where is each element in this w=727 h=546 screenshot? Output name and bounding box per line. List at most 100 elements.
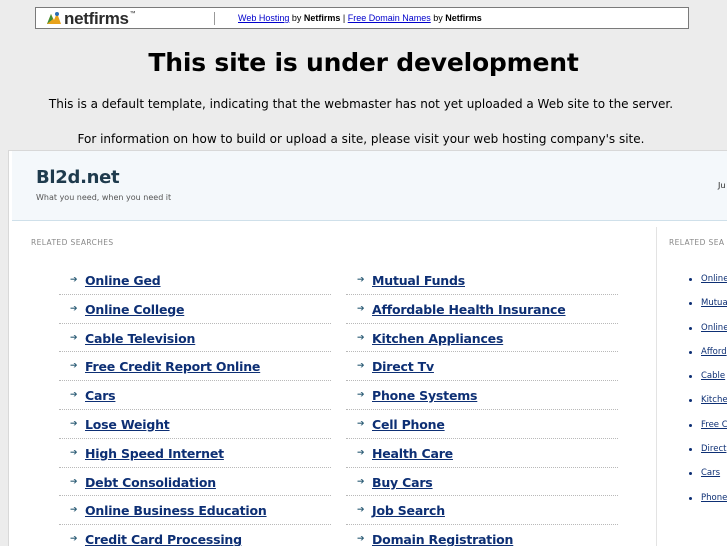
sidebar-link[interactable]: Online	[701, 274, 727, 284]
sidebar-link[interactable]: Kitche	[701, 395, 727, 405]
sidebar-list-item[interactable]: Phone	[689, 493, 727, 517]
related-search-link[interactable]: Direct Tv	[372, 359, 434, 374]
arrow-right-icon: ➔	[70, 475, 78, 486]
related-search-link[interactable]: Mutual Funds	[372, 273, 465, 288]
related-search-link[interactable]: Online Business Education	[85, 503, 267, 518]
sidebar-link[interactable]: Afford	[701, 347, 727, 357]
related-search-link[interactable]: Debt Consolidation	[85, 475, 216, 490]
netfirms-logo-icon	[47, 12, 61, 24]
netfirms-logo-text: netfirms	[64, 9, 129, 28]
list-item[interactable]: ➔ Mutual Funds	[346, 266, 618, 295]
list-item[interactable]: ➔ Health Care	[346, 439, 618, 468]
related-search-link[interactable]: Lose Weight	[85, 417, 170, 432]
web-hosting-link[interactable]: Web Hosting	[238, 13, 289, 23]
related-search-link[interactable]: Online College	[85, 302, 184, 317]
related-search-link[interactable]: Cell Phone	[372, 417, 445, 432]
arrow-right-icon: ➔	[70, 331, 78, 342]
pipe-separator: |	[340, 13, 348, 23]
header-right-text: Ju	[718, 181, 726, 190]
sidebar-list-item[interactable]: Online	[689, 323, 727, 347]
sidebar-list-item[interactable]: Cars	[689, 468, 727, 492]
list-item[interactable]: ➔ Debt Consolidation	[59, 468, 331, 497]
arrow-right-icon: ➔	[357, 475, 365, 486]
netfirms-logo[interactable]: netfirms ™	[45, 9, 136, 29]
sidebar-link[interactable]: Phone	[701, 493, 727, 503]
list-item[interactable]: ➔ Kitchen Appliances	[346, 324, 618, 353]
sidebar-list-item[interactable]: Free C	[689, 420, 727, 444]
list-item[interactable]: ➔ Affordable Health Insurance	[346, 295, 618, 324]
by-text: by	[289, 13, 304, 23]
site-title[interactable]: Bl2d.net	[36, 167, 120, 188]
related-search-link[interactable]: Credit Card Processing	[85, 532, 242, 546]
netfirms-bar: netfirms ™ Web Hosting by Netfirms | Free…	[35, 7, 689, 29]
hosting-info-notice: For information on how to build or uploa…	[77, 132, 645, 146]
related-search-link[interactable]: Kitchen Appliances	[372, 331, 503, 346]
list-item[interactable]: ➔ Online College	[59, 295, 331, 324]
bullet-icon	[689, 278, 692, 281]
column-divider	[656, 227, 657, 546]
parked-header: Bl2d.net What you need, when you need it…	[12, 151, 727, 221]
arrow-right-icon: ➔	[70, 389, 78, 400]
related-search-link[interactable]: Buy Cars	[372, 475, 433, 490]
netfirms-brand-2: Netfirms	[445, 13, 482, 23]
list-item[interactable]: ➔ Lose Weight	[59, 410, 331, 439]
related-search-link[interactable]: Free Credit Report Online	[85, 359, 260, 374]
arrow-right-icon: ➔	[70, 417, 78, 428]
arrow-right-icon: ➔	[70, 302, 78, 313]
related-searches-right-column: ➔ Mutual Funds ➔ Affordable Health Insuran…	[346, 266, 618, 546]
free-domain-names-link[interactable]: Free Domain Names	[348, 13, 431, 23]
list-item[interactable]: ➔ Direct Tv	[346, 352, 618, 382]
related-search-link[interactable]: Job Search	[372, 503, 445, 518]
related-search-link[interactable]: Health Care	[372, 446, 453, 461]
list-item[interactable]: ➔ Job Search	[346, 496, 618, 526]
sidebar-list-item[interactable]: Kitche	[689, 395, 727, 419]
sidebar-list-item[interactable]: Online	[689, 274, 727, 298]
arrow-right-icon: ➔	[357, 389, 365, 400]
arrow-right-icon: ➔	[70, 504, 78, 515]
sidebar-link[interactable]: Cars	[701, 468, 720, 478]
related-searches-label: RELATED SEARCHES	[31, 238, 114, 247]
list-item[interactable]: ➔ Buy Cars	[346, 468, 618, 497]
list-item[interactable]: ➔ Cell Phone	[346, 410, 618, 439]
parked-page-frame: Bl2d.net What you need, when you need it…	[8, 150, 727, 546]
arrow-right-icon: ➔	[357, 360, 365, 371]
arrow-right-icon: ➔	[70, 533, 78, 544]
list-item[interactable]: ➔ High Speed Internet	[59, 439, 331, 468]
sidebar-link[interactable]: Free C	[701, 420, 727, 430]
bullet-icon	[689, 448, 692, 452]
bullet-icon	[689, 496, 692, 500]
bullet-icon	[689, 472, 692, 476]
related-search-link[interactable]: Cars	[85, 388, 116, 403]
related-search-link[interactable]: Cable Television	[85, 331, 195, 346]
sidebar-list-item[interactable]: Afford	[689, 347, 727, 371]
list-item[interactable]: ➔ Free Credit Report Online	[59, 352, 331, 382]
sidebar-list-item[interactable]: Direct	[689, 444, 727, 468]
bar-divider	[214, 12, 215, 25]
sidebar-list-item[interactable]: Mutua	[689, 298, 727, 322]
list-item[interactable]: ➔ Cars	[59, 381, 331, 410]
netfirms-links: Web Hosting by Netfirms | Free Domain Na…	[238, 8, 482, 28]
related-search-link[interactable]: High Speed Internet	[85, 446, 224, 461]
list-item[interactable]: ➔ Credit Card Processing	[59, 525, 331, 546]
list-item[interactable]: ➔ Cable Television	[59, 324, 331, 353]
sidebar-link[interactable]: Cable	[701, 371, 725, 381]
sidebar-link[interactable]: Mutua	[701, 298, 727, 308]
list-item[interactable]: ➔ Domain Registration	[346, 525, 618, 546]
list-item[interactable]: ➔ Phone Systems	[346, 381, 618, 410]
list-item[interactable]: ➔ Online Business Education	[59, 496, 331, 526]
related-search-link[interactable]: Phone Systems	[372, 388, 477, 403]
related-searches-label-right: RELATED SEA	[669, 238, 725, 247]
sidebar-link[interactable]: Online	[701, 323, 727, 333]
arrow-right-icon: ➔	[357, 302, 365, 313]
sidebar-link[interactable]: Direct	[701, 444, 726, 454]
related-search-link[interactable]: Online Ged	[85, 273, 161, 288]
list-item[interactable]: ➔ Online Ged	[59, 266, 331, 295]
related-search-link[interactable]: Affordable Health Insurance	[372, 302, 566, 317]
related-search-link[interactable]: Domain Registration	[372, 532, 513, 546]
sidebar-list-item[interactable]: Cable	[689, 371, 727, 395]
site-tagline: What you need, when you need it	[36, 193, 172, 202]
by-text-2: by	[430, 13, 446, 23]
arrow-right-icon: ➔	[70, 274, 78, 284]
arrow-right-icon: ➔	[70, 446, 78, 457]
bullet-icon	[689, 399, 692, 403]
